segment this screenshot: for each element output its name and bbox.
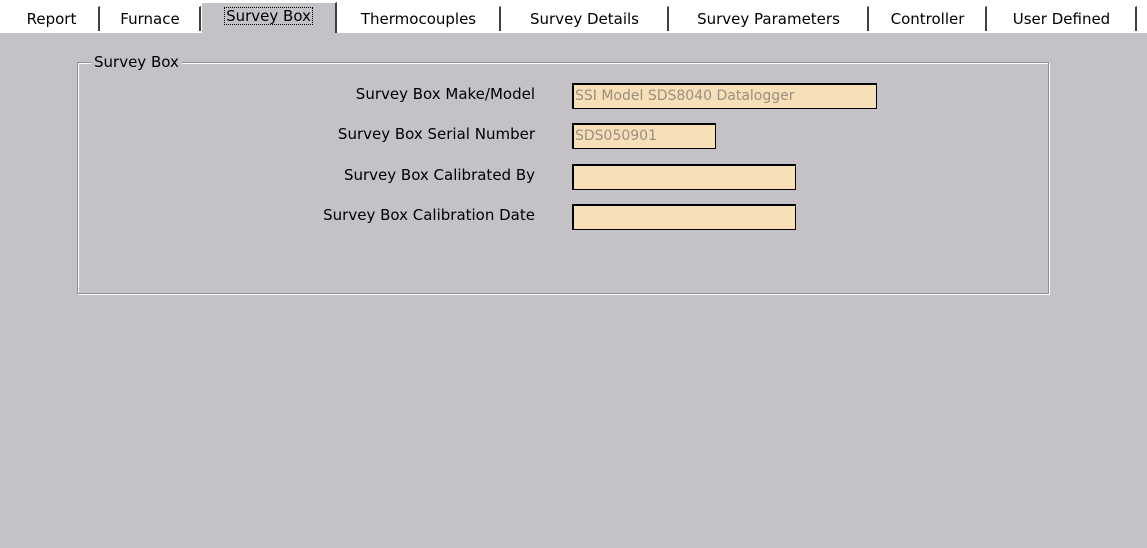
tab-label: Survey Details xyxy=(530,10,639,28)
calibration-date-label: Survey Box Calibration Date xyxy=(323,206,535,224)
tab-user-defined[interactable]: User Defined xyxy=(987,6,1137,31)
tab-furnace[interactable]: Furnace xyxy=(100,6,201,31)
tab-survey-box[interactable]: Survey Box xyxy=(201,2,337,33)
calibrated-by-label: Survey Box Calibrated By xyxy=(343,166,535,184)
tab-label: Furnace xyxy=(120,10,180,28)
calibrated-by-field[interactable] xyxy=(572,164,796,190)
tab-thermocouples[interactable]: Thermocouples xyxy=(337,6,501,31)
survey-box-group xyxy=(77,62,1049,294)
calibration-date-field[interactable] xyxy=(572,204,796,230)
tab-label: Survey Parameters xyxy=(697,10,840,28)
serial-number-field[interactable]: SDS050901 xyxy=(572,123,716,149)
make-model-field[interactable]: SSI Model SDS8040 Datalogger xyxy=(572,83,877,109)
tab-report[interactable]: Report xyxy=(4,6,100,31)
tab-label: User Defined xyxy=(1012,10,1111,28)
tab-label: Report xyxy=(26,10,77,28)
tab-panel: Survey Box Survey Box Make/Model SSI Mod… xyxy=(0,32,1147,548)
tab-survey-details[interactable]: Survey Details xyxy=(501,6,669,31)
tab-survey-parameters[interactable]: Survey Parameters xyxy=(669,6,869,31)
tab-controller[interactable]: Controller xyxy=(869,6,987,31)
tab-label: Survey Box xyxy=(224,7,313,25)
group-title: Survey Box xyxy=(91,53,182,71)
make-model-label: Survey Box Make/Model xyxy=(355,85,535,103)
tab-label: Controller xyxy=(890,10,965,28)
tab-label: Thermocouples xyxy=(360,10,477,28)
serial-number-label: Survey Box Serial Number xyxy=(337,125,535,143)
tab-strip: Report Furnace Survey Box Thermocouples … xyxy=(0,0,1147,33)
